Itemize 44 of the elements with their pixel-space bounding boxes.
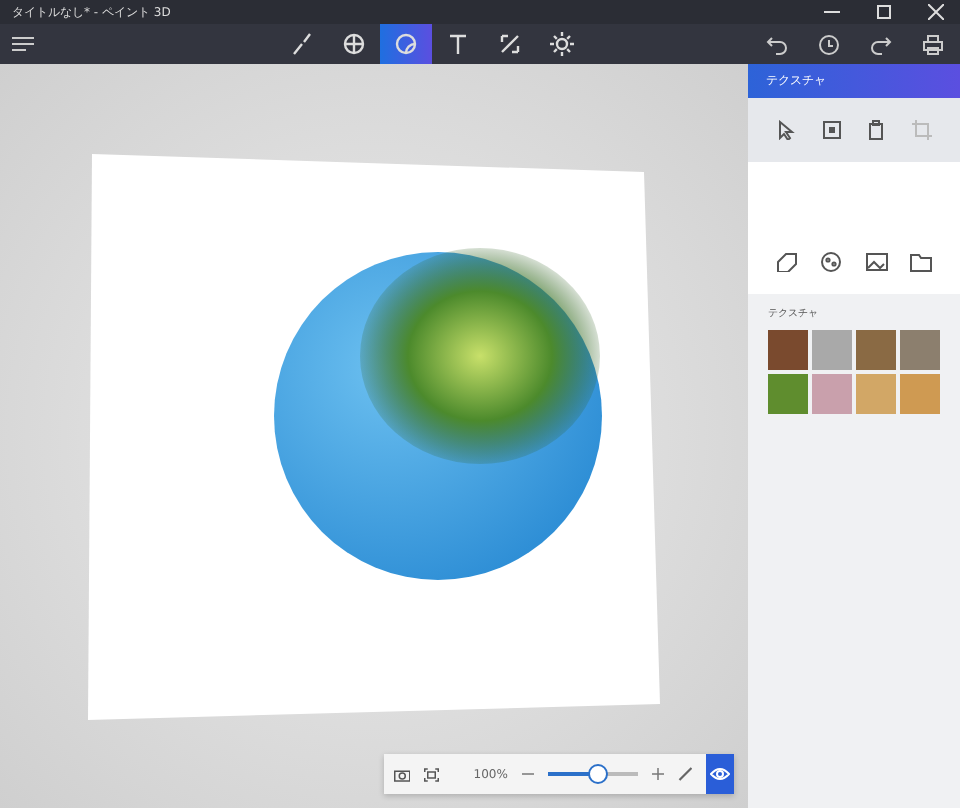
texture-swatch[interactable] — [856, 330, 896, 370]
paste-button[interactable] — [864, 118, 889, 142]
undo-icon[interactable] — [766, 33, 788, 55]
eye-icon — [710, 766, 731, 782]
text-icon — [446, 32, 470, 56]
select-button[interactable] — [819, 118, 844, 142]
fit-screen-icon[interactable] — [424, 765, 440, 783]
zoom-slider-thumb[interactable] — [587, 764, 608, 784]
pointer-icon — [776, 120, 797, 140]
zoom-in-icon[interactable] — [651, 766, 664, 782]
shapes3d-icon — [342, 32, 366, 56]
texture-swatch[interactable] — [812, 374, 852, 414]
stickers-tool-button[interactable] — [380, 24, 432, 64]
camera-icon[interactable] — [394, 765, 411, 783]
folder-icon — [910, 252, 933, 272]
folder-category-button[interactable] — [908, 250, 935, 274]
redo-icon[interactable] — [870, 33, 892, 55]
brush-icon — [290, 32, 314, 56]
crop-icon — [911, 120, 932, 140]
image-icon — [865, 252, 888, 272]
texture-swatch[interactable] — [856, 374, 896, 414]
paste-icon — [866, 120, 887, 140]
texture-swatch[interactable] — [900, 374, 940, 414]
texture-icon — [820, 252, 843, 272]
texture-swatch[interactable] — [900, 330, 940, 370]
printer-icon[interactable] — [922, 33, 944, 55]
sticker-category-button[interactable] — [773, 250, 800, 274]
pointer-button[interactable] — [774, 118, 799, 142]
restore-icon[interactable] — [876, 4, 892, 20]
3d-view-button[interactable] — [706, 754, 734, 794]
select-icon — [821, 120, 842, 140]
texture-swatch[interactable] — [768, 330, 808, 370]
stickers-icon — [394, 32, 418, 56]
effects-icon — [498, 32, 522, 56]
close-icon[interactable] — [928, 4, 944, 20]
texture-category-button[interactable] — [818, 250, 845, 274]
history-icon[interactable] — [818, 33, 840, 55]
texture-swatch[interactable] — [812, 330, 852, 370]
sticker-icon — [775, 252, 798, 272]
image-category-button[interactable] — [863, 250, 890, 274]
pen-icon[interactable] — [677, 764, 693, 784]
canvas-icon — [550, 32, 574, 56]
texture-swatch[interactable] — [768, 374, 808, 414]
menu-icon[interactable] — [12, 36, 34, 52]
